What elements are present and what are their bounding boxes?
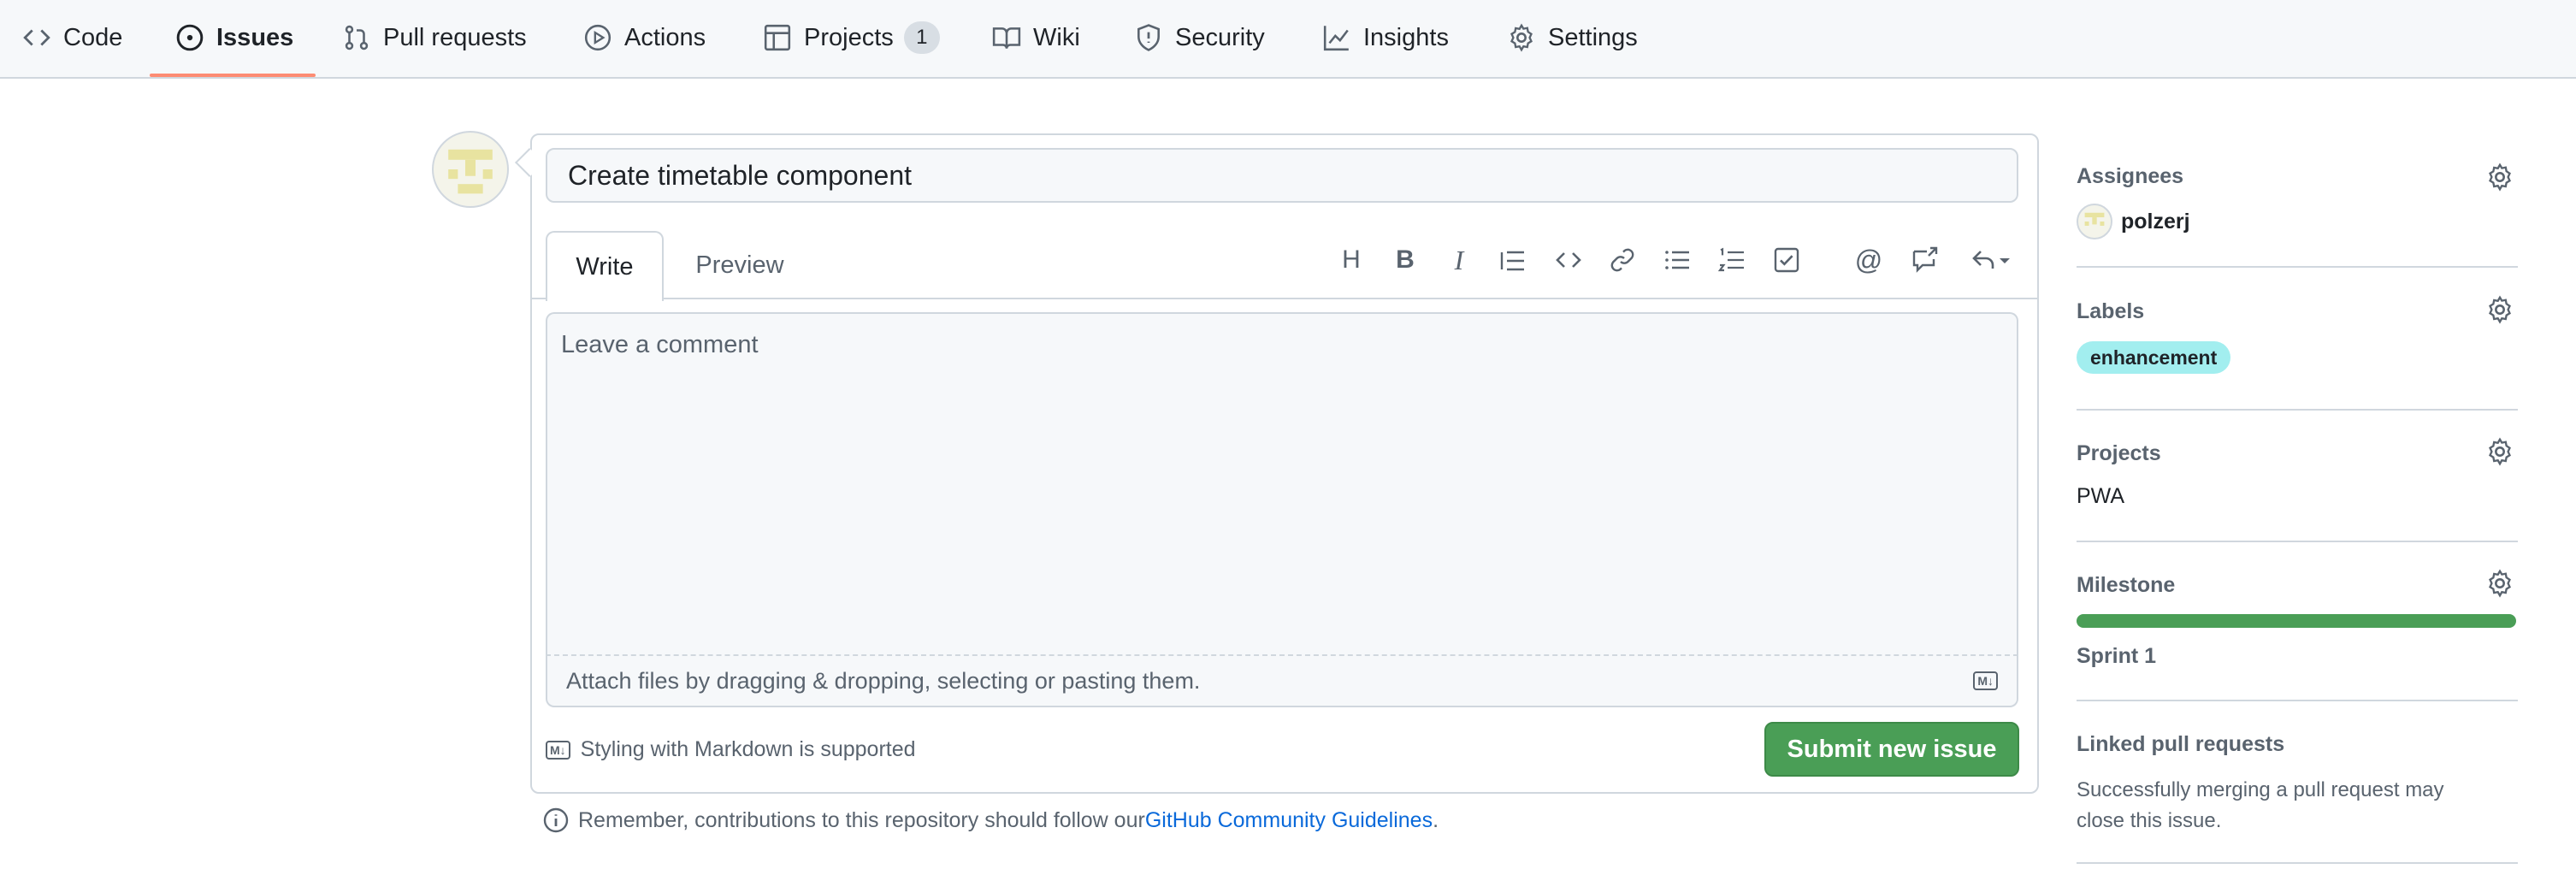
tab-code-label: Code bbox=[63, 23, 123, 51]
sidebar-divider bbox=[2077, 700, 2518, 701]
bold-icon[interactable]: B bbox=[1388, 243, 1422, 277]
mention-glyph: @ bbox=[1854, 244, 1883, 275]
reference-icon[interactable] bbox=[1907, 243, 1941, 277]
tab-security[interactable]: Security bbox=[1134, 0, 1265, 75]
markdown-support-note[interactable]: M↓ Styling with Markdown is supported bbox=[546, 737, 916, 762]
tab-code[interactable]: Code bbox=[22, 0, 122, 75]
pull-request-icon bbox=[342, 23, 371, 52]
tasklist-icon[interactable] bbox=[1770, 243, 1804, 277]
projects-gear-icon[interactable] bbox=[2485, 437, 2514, 466]
tab-settings-label: Settings bbox=[1548, 23, 1638, 51]
assignee-name: polzerj bbox=[2121, 209, 2190, 234]
tab-wiki-label: Wiki bbox=[1033, 23, 1080, 51]
tab-pull-requests[interactable]: Pull requests bbox=[342, 0, 527, 75]
milestone-progress-bar bbox=[2077, 614, 2516, 628]
remember-text: Remember, contributions to this reposito… bbox=[578, 807, 1145, 832]
markdown-note-text: Styling with Markdown is supported bbox=[580, 737, 916, 761]
markdown-icon: M↓ bbox=[546, 740, 570, 760]
info-icon bbox=[543, 807, 569, 833]
gear-icon bbox=[1507, 23, 1536, 52]
markdown-icon: M↓ bbox=[1973, 671, 1998, 690]
sidebar-divider bbox=[2077, 862, 2518, 864]
graph-icon bbox=[1322, 23, 1351, 52]
tab-actions[interactable]: Actions bbox=[583, 0, 706, 75]
tab-write[interactable]: Write bbox=[546, 231, 664, 301]
tab-pull-requests-label: Pull requests bbox=[383, 23, 527, 51]
mention-icon[interactable]: @ bbox=[1852, 243, 1886, 277]
milestone-heading[interactable]: Milestone bbox=[2077, 573, 2175, 598]
tab-issues-label: Issues bbox=[216, 23, 294, 51]
linked-text-line-1: Successfully merging a pull request may bbox=[2077, 778, 2444, 801]
milestone-gear-icon[interactable] bbox=[2485, 569, 2514, 598]
remember-end: . bbox=[1433, 807, 1439, 832]
projects-heading[interactable]: Projects bbox=[2077, 441, 2161, 466]
book-icon bbox=[992, 23, 1021, 52]
linked-pull-requests-text: Successfully merging a pull request may … bbox=[2077, 775, 2444, 836]
tab-settings[interactable]: Settings bbox=[1507, 0, 1638, 75]
table-icon bbox=[763, 23, 792, 52]
sidebar-divider bbox=[2077, 409, 2518, 411]
linked-pull-requests-heading: Linked pull requests bbox=[2077, 732, 2285, 756]
bold-glyph: B bbox=[1396, 245, 1415, 274]
play-icon bbox=[583, 23, 612, 52]
tab-projects[interactable]: Projects 1 bbox=[763, 0, 940, 75]
tab-insights[interactable]: Insights bbox=[1322, 0, 1449, 75]
unordered-list-icon[interactable] bbox=[1660, 243, 1694, 277]
assignees-heading[interactable]: Assignees bbox=[2077, 164, 2183, 189]
code-icon bbox=[22, 23, 51, 52]
contribution-reminder: Remember, contributions to this reposito… bbox=[542, 807, 1439, 834]
linked-text-line-2: close this issue. bbox=[2077, 809, 2222, 832]
labels-heading[interactable]: Labels bbox=[2077, 299, 2144, 324]
assignees-gear-icon[interactable] bbox=[2485, 163, 2514, 192]
italic-glyph: I bbox=[1454, 244, 1464, 275]
tab-insights-label: Insights bbox=[1363, 23, 1449, 51]
submit-new-issue-button[interactable]: Submit new issue bbox=[1764, 722, 2019, 777]
reply-icon[interactable] bbox=[1965, 243, 2017, 277]
tab-projects-label: Projects bbox=[804, 23, 894, 51]
active-tab-indicator bbox=[150, 74, 316, 77]
projects-counter: 1 bbox=[903, 21, 940, 54]
tab-preview[interactable]: Preview bbox=[676, 231, 804, 299]
sidebar-divider bbox=[2077, 541, 2518, 542]
issue-title-input[interactable] bbox=[546, 148, 2018, 203]
shield-icon bbox=[1134, 23, 1163, 52]
avatar bbox=[2077, 204, 2112, 239]
comment-textarea[interactable] bbox=[546, 312, 2018, 654]
milestone-name[interactable]: Sprint 1 bbox=[2077, 644, 2156, 669]
code-icon[interactable] bbox=[1551, 243, 1586, 277]
link-icon[interactable] bbox=[1605, 243, 1640, 277]
tab-actions-label: Actions bbox=[624, 23, 706, 51]
label-enhancement[interactable]: enhancement bbox=[2077, 341, 2231, 374]
attach-files-area[interactable]: Attach files by dragging & dropping, sel… bbox=[546, 654, 2018, 707]
heading-glyph: H bbox=[1342, 245, 1361, 274]
author-avatar bbox=[432, 131, 509, 208]
community-guidelines-link[interactable]: GitHub Community Guidelines bbox=[1145, 808, 1433, 833]
issue-opened-icon bbox=[175, 23, 204, 52]
tab-wiki[interactable]: Wiki bbox=[992, 0, 1080, 75]
sidebar-divider bbox=[2077, 266, 2518, 268]
attach-files-text: Attach files by dragging & dropping, sel… bbox=[566, 667, 1201, 694]
assignee-item[interactable]: polzerj bbox=[2077, 204, 2190, 239]
heading-icon[interactable]: H bbox=[1334, 243, 1368, 277]
tab-issues[interactable]: Issues bbox=[175, 0, 293, 75]
repo-nav: Code Issues Pull requests Actions Projec… bbox=[0, 0, 2576, 79]
ordered-list-icon[interactable] bbox=[1715, 243, 1749, 277]
italic-icon[interactable]: I bbox=[1442, 243, 1476, 277]
tab-security-label: Security bbox=[1175, 23, 1265, 51]
labels-gear-icon[interactable] bbox=[2485, 295, 2514, 324]
quote-icon[interactable] bbox=[1496, 243, 1530, 277]
project-item[interactable]: PWA bbox=[2077, 484, 2124, 509]
